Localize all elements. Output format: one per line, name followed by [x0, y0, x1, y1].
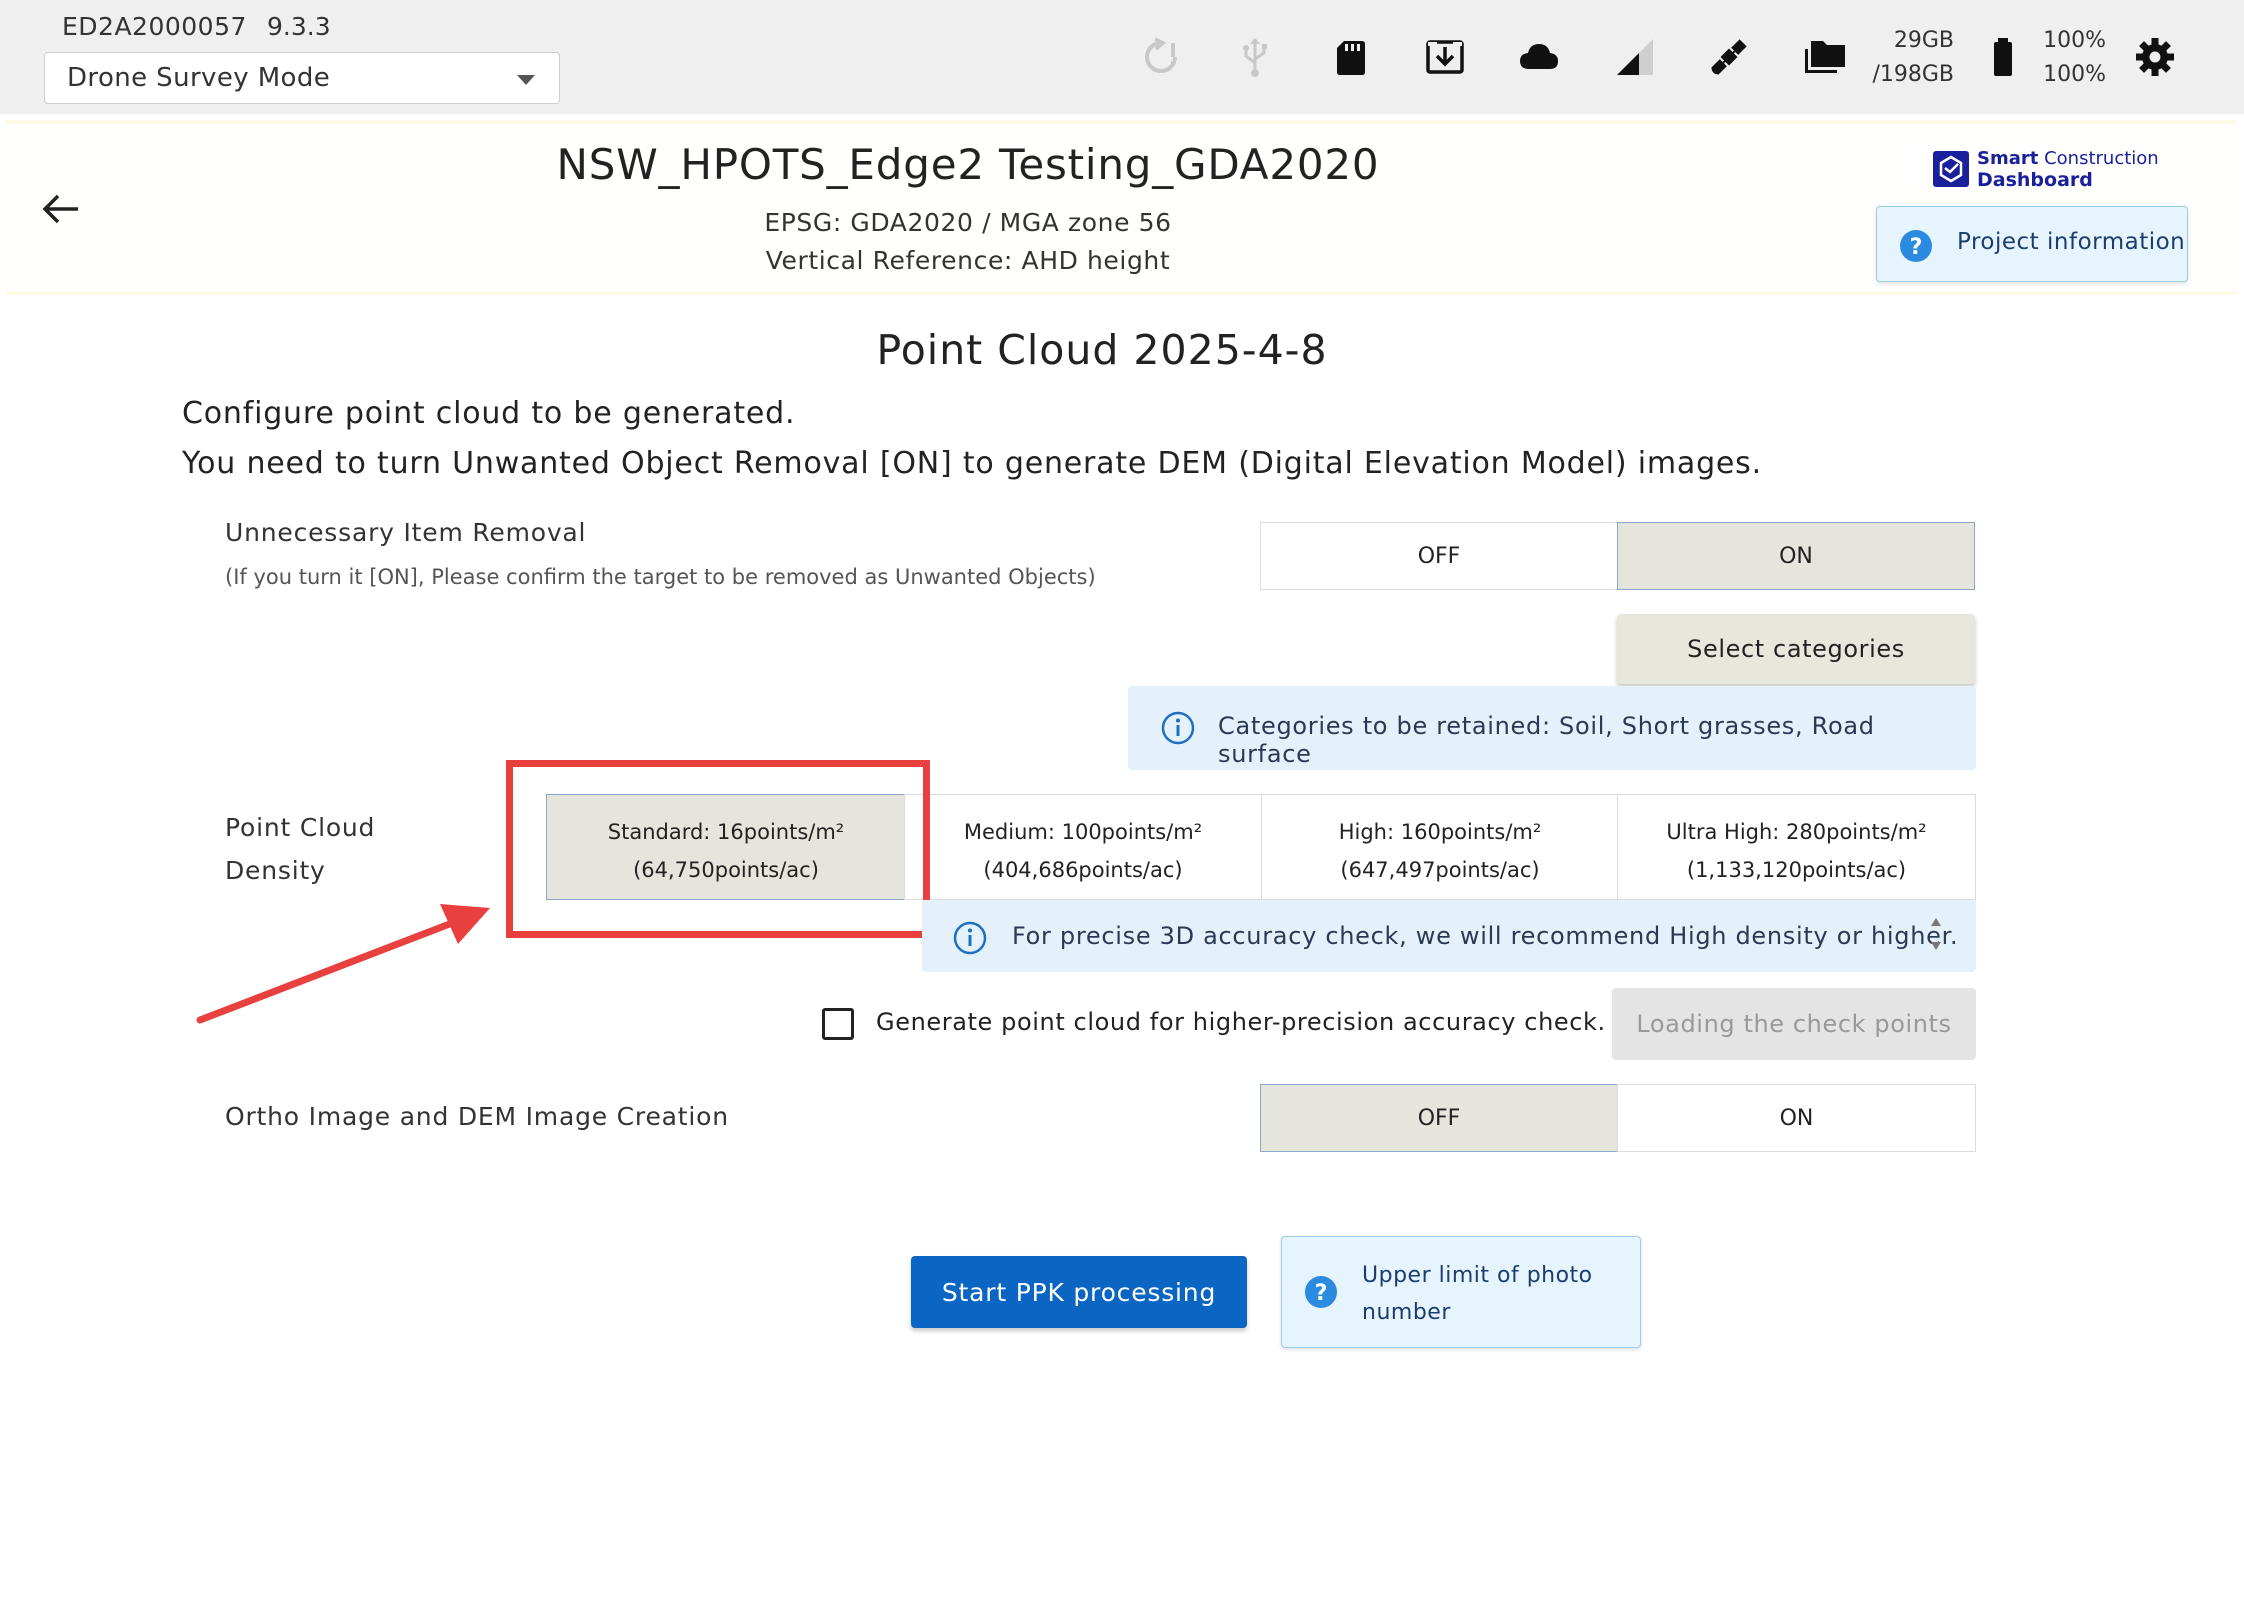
load-check-points-button[interactable]: Loading the check points — [1612, 988, 1976, 1060]
battery-level-1: 100% — [2043, 28, 2106, 53]
chevron-down-icon — [517, 75, 535, 85]
help-icon: ? — [1305, 1276, 1337, 1308]
retained-categories-info: Categories to be retained: Soil, Short g… — [1128, 686, 1976, 770]
cloud-icon — [1516, 34, 1562, 80]
info-icon — [1161, 711, 1195, 745]
scroll-arrows-icon[interactable] — [1928, 912, 1944, 956]
point-cloud-density-label: Point Cloud Density — [225, 813, 376, 885]
ortho-dem-off-button[interactable]: OFF — [1260, 1084, 1618, 1152]
select-categories-button[interactable]: Select categories — [1617, 614, 1975, 684]
section-title: Point Cloud 2025-4-8 — [876, 326, 1328, 374]
mode-select-value: Drone Survey Mode — [67, 63, 331, 93]
sync-warning-icon — [1138, 34, 1184, 80]
photo-limit-label: Upper limit of photo number — [1362, 1263, 1593, 1325]
unnecessary-item-removal-off-button[interactable]: OFF — [1260, 522, 1618, 590]
smart-construction-logo: Smart Construction Dashboard — [1933, 148, 2159, 192]
sd-card-icon — [1328, 34, 1374, 80]
accuracy-check-checkbox[interactable] — [822, 1008, 854, 1040]
intro-line-1: Configure point cloud to be generated. — [182, 396, 796, 431]
satellite-icon — [1706, 34, 1752, 80]
logo-mark-icon — [1933, 151, 1969, 187]
annotation-highlight-box — [506, 760, 930, 938]
info-icon — [953, 921, 987, 955]
density-recommendation-info: For precise 3D accuracy check, we will r… — [922, 900, 1976, 972]
ortho-dem-on-button[interactable]: ON — [1617, 1084, 1976, 1152]
density-medium-button[interactable]: Medium: 100points/m² (404,686points/ac) — [904, 794, 1262, 900]
help-icon: ? — [1900, 230, 1932, 262]
battery-readout: 100% 100% — [2040, 24, 2106, 92]
density-ultra-high-button[interactable]: Ultra High: 280points/m² (1,133,120point… — [1617, 794, 1976, 900]
photo-limit-help-button[interactable]: ? Upper limit of photo number — [1281, 1236, 1641, 1348]
start-ppk-processing-button[interactable]: Start PPK processing — [911, 1256, 1247, 1328]
logo-line2: Dashboard — [1977, 169, 2093, 191]
unnecessary-item-removal-note: (If you turn it [ON], Please confirm the… — [225, 565, 1096, 589]
app-version: 9.3.3 — [267, 12, 331, 41]
intro-line-2: You need to turn Unwanted Object Removal… — [182, 446, 1762, 481]
svg-text:?: ? — [1315, 1281, 1328, 1306]
svg-text:?: ? — [1910, 235, 1923, 260]
unnecessary-item-removal-label: Unnecessary Item Removal — [225, 518, 587, 547]
battery-icon — [1980, 34, 2026, 80]
storage-readout: 29GB /198GB — [1868, 24, 1954, 92]
project-title: NSW_HPOTS_Edge2 Testing_GDA2020 — [556, 140, 1380, 189]
density-recommendation-text: For precise 3D accuracy check, we will r… — [1012, 922, 1959, 950]
epsg-label: EPSG: GDA2020 / MGA zone 56 — [764, 208, 1172, 237]
retained-categories-text: Categories to be retained: Soil, Short g… — [1218, 712, 1875, 768]
mode-select[interactable]: Drone Survey Mode — [44, 52, 560, 104]
signal-icon — [1612, 34, 1658, 80]
density-high-button[interactable]: High: 160points/m² (647,497points/ac) — [1261, 794, 1619, 900]
ortho-dem-label: Ortho Image and DEM Image Creation — [225, 1102, 729, 1131]
storage-total: /198GB — [1872, 62, 1954, 87]
device-id: ED2A2000057 — [62, 12, 247, 41]
project-information-label: Project information — [1957, 229, 2186, 255]
vertical-reference-label: Vertical Reference: AHD height — [765, 246, 1171, 275]
project-information-button[interactable]: ? Project information — [1876, 206, 2188, 282]
unnecessary-item-removal-on-button[interactable]: ON — [1617, 522, 1975, 590]
download-icon — [1422, 34, 1468, 80]
battery-level-2: 100% — [2043, 62, 2106, 87]
annotation-arrow — [196, 904, 490, 1024]
storage-used: 29GB — [1893, 28, 1954, 53]
gear-icon[interactable] — [2132, 34, 2178, 80]
usb-icon — [1232, 34, 1278, 80]
folder-icon — [1802, 34, 1848, 80]
accuracy-check-label: Generate point cloud for higher-precisio… — [876, 1008, 1606, 1036]
logo-line1: Smart Construction — [1977, 148, 2159, 169]
